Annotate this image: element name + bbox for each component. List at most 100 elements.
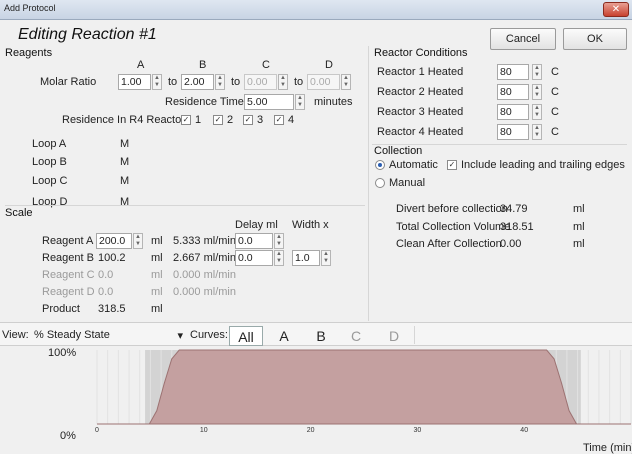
r4-check-label-2: 2 [227, 114, 234, 126]
reagent-c-unit: ml [151, 269, 163, 281]
automatic-radio[interactable] [375, 160, 385, 170]
residence-time-spinner[interactable]: ▲ ▼ [295, 94, 305, 110]
residence-r4-label: Residence In R4 Reactors [62, 114, 191, 126]
close-button[interactable]: ✕ [603, 2, 629, 17]
loop-d-label: Loop D [32, 196, 68, 208]
reactor-4-spinner[interactable]: ▲ ▼ [532, 124, 542, 140]
reagent-d-rate: 0.000 ml/min [173, 286, 236, 298]
to-label: to [231, 76, 241, 88]
curve-b-tab[interactable]: B [311, 326, 331, 346]
clean-after-value: 0.00 [500, 238, 522, 250]
reactor-4-unit: C [551, 126, 559, 138]
curve-a-tab[interactable]: A [274, 326, 294, 346]
r4-checkbox-1[interactable]: ✓ [181, 115, 191, 125]
reagent-b-delay-spinner[interactable]: ▲ ▼ [274, 250, 284, 266]
col-c-header: C [262, 59, 270, 71]
residence-time-field[interactable]: 5.00 [244, 94, 294, 110]
product-value: 318.5 [98, 303, 126, 315]
include-edges-checkbox[interactable]: ✓ [447, 160, 457, 170]
reactor-2-spinner[interactable]: ▲ ▼ [532, 84, 542, 100]
residence-time-unit: minutes [314, 96, 353, 108]
reagent-b-width-spinner[interactable]: ▲ ▼ [321, 250, 331, 266]
molar-c-spinner[interactable]: ▲ ▼ [278, 74, 288, 90]
reactor-3-field[interactable]: 80 [497, 104, 529, 120]
width-header: Width x [292, 219, 329, 231]
molar-b-spinner[interactable]: ▲ ▼ [215, 74, 225, 90]
r4-check-label-4: 4 [288, 114, 295, 126]
reactor-4-label: Reactor 4 Heated [377, 126, 464, 138]
r4-checkbox-3[interactable]: ✓ [243, 115, 253, 125]
curve-all-tab[interactable]: All [229, 326, 263, 346]
to-label: to [168, 76, 178, 88]
molar-a-field[interactable]: 1.00 [118, 74, 151, 90]
cancel-button[interactable]: Cancel [490, 28, 556, 50]
reactor-3-spinner[interactable]: ▲ ▼ [532, 104, 542, 120]
molar-d-spinner[interactable]: ▲ ▼ [341, 74, 351, 90]
molar-a-spinner[interactable]: ▲ ▼ [152, 74, 162, 90]
r4-check-label-3: 3 [257, 114, 264, 126]
col-d-header: D [325, 59, 333, 71]
total-volume-label: Total Collection Volume [396, 221, 511, 233]
reactor-1-unit: C [551, 66, 559, 78]
reagent-c-label: Reagent C [42, 269, 95, 281]
reactor-4-field[interactable]: 80 [497, 124, 529, 140]
loop-a-value: M [120, 138, 130, 150]
manual-radio[interactable] [375, 178, 385, 188]
total-volume-value: 318.51 [500, 221, 534, 233]
curve-d-tab[interactable]: D [384, 326, 404, 346]
page-title: Editing Reaction #1 [18, 26, 157, 43]
curves-divider [414, 326, 415, 344]
reagent-c-value: 0.0 [98, 269, 114, 281]
x-tick-label: 40 [520, 427, 528, 434]
clean-after-unit: ml [573, 238, 585, 250]
divert-value: 34.79 [500, 203, 528, 215]
reactor-2-field[interactable]: 80 [497, 84, 529, 100]
x-tick-label: 10 [200, 427, 208, 434]
scale-title: Scale [5, 207, 33, 219]
r4-checkbox-2[interactable]: ✓ [213, 115, 223, 125]
molar-b-field[interactable]: 2.00 [181, 74, 214, 90]
curves-label: Curves: [190, 329, 228, 341]
molar-d-field[interactable]: 0.00 [307, 74, 340, 90]
manual-label: Manual [389, 177, 426, 189]
reagent-a-delay-spinner[interactable]: ▲ ▼ [274, 233, 284, 249]
steady-state-area [97, 349, 631, 425]
reagent-b-width-field[interactable]: 1.0 [292, 250, 320, 266]
reagent-a-field[interactable]: 200.0 [96, 233, 132, 249]
reagent-d-unit: ml [151, 286, 163, 298]
divert-unit: ml [573, 203, 585, 215]
x-tick-label: 0 [95, 427, 99, 434]
loop-c-label: Loop C [32, 175, 68, 187]
clean-after-label: Clean After Collection [396, 238, 502, 250]
reactor-2-label: Reactor 2 Heated [377, 86, 464, 98]
reagent-a-unit: ml [151, 235, 163, 247]
reactor-1-field[interactable]: 80 [497, 64, 529, 80]
product-unit: ml [151, 303, 163, 315]
automatic-label: Automatic [389, 159, 438, 171]
reagent-d-label: Reagent D [42, 286, 95, 298]
total-volume-unit: ml [573, 221, 585, 233]
r4-check-label-1: 1 [195, 114, 202, 126]
reactor-1-label: Reactor 1 Heated [377, 66, 464, 78]
reagent-c-rate: 0.000 ml/min [173, 269, 236, 281]
col-b-header: B [199, 59, 207, 71]
view-label: View: [2, 329, 29, 341]
r4-checkbox-4[interactable]: ✓ [274, 115, 284, 125]
x-tick-label: 30 [414, 427, 422, 434]
reagent-b-unit: ml [151, 252, 163, 264]
divert-label: Divert before collection [396, 203, 508, 215]
ok-button[interactable]: OK [563, 28, 627, 50]
view-select-value: % Steady State [34, 329, 110, 341]
reagent-a-spinner[interactable]: ▲ ▼ [133, 233, 143, 249]
reagent-b-label: Reagent B [42, 252, 94, 264]
reactor-1-spinner[interactable]: ▲ ▼ [532, 64, 542, 80]
loop-c-value: M [120, 175, 130, 187]
reagents-title: Reagents [5, 47, 53, 59]
curve-c-tab[interactable]: C [346, 326, 366, 346]
reagent-b-delay-field[interactable]: 0.0 [235, 250, 273, 266]
view-select[interactable]: % Steady State ▾ [34, 329, 189, 342]
window-title: Add Protocol [4, 3, 56, 13]
residence-time-label: Residence Time [165, 96, 244, 108]
molar-c-field[interactable]: 0.00 [244, 74, 277, 90]
reagent-a-delay-field[interactable]: 0.0 [235, 233, 273, 249]
